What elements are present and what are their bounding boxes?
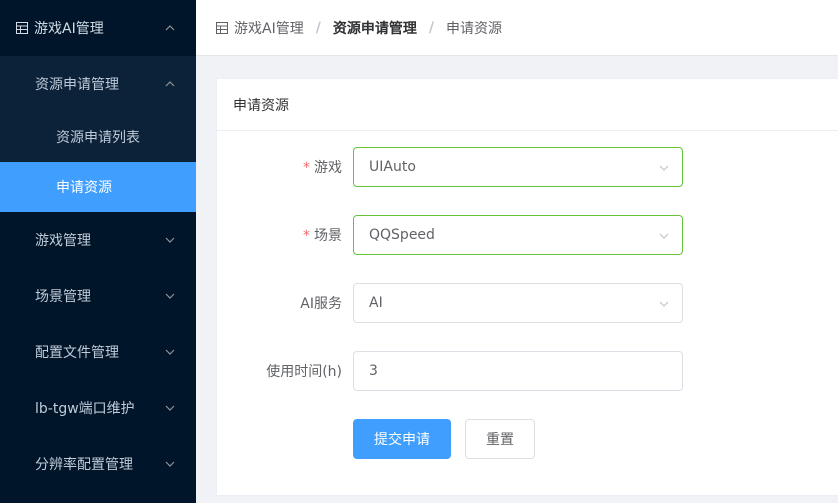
form-row-scene: * 场景 QQSpeed [217,215,838,255]
sidebar-item-label: 分辨率配置管理 [35,457,133,473]
sidebar-item-label: 申请资源 [56,180,112,196]
chevron-down-icon [164,290,176,302]
scene-label: * 场景 [303,225,342,245]
form-row-game: * 游戏 UIAuto [217,147,838,187]
chevron-down-icon [658,162,670,174]
duration-input[interactable] [369,363,682,379]
ai-service-select[interactable]: AI [353,283,683,323]
chevron-down-icon [164,402,176,414]
form-row-duration: 使用时间(h) [217,351,838,391]
ai-service-label: AI服务 [300,296,342,312]
scene-label-text: 场景 [314,228,342,244]
sidebar-item-game-management[interactable]: 游戏管理 [0,212,196,268]
ai-service-select-value: AI [369,295,383,311]
scene-select[interactable]: QQSpeed [353,215,683,255]
sidebar-item-label: 游戏AI管理 [34,21,104,37]
sidebar-item-label: lb-tgw端口维护 [35,401,135,417]
chevron-down-icon [658,298,670,310]
sidebar-item-label: 资源申请管理 [35,77,119,93]
table-icon [16,22,28,34]
chevron-down-icon [164,458,176,470]
breadcrumb-separator: / [315,19,321,36]
table-icon [216,21,228,34]
sidebar-item-lb-tgw-port[interactable]: lb-tgw端口维护 [0,380,196,436]
chevron-down-icon [164,346,176,358]
chevron-up-icon [164,78,176,90]
sidebar-item-resolution-config[interactable]: 分辨率配置管理 [0,436,196,492]
required-mark: * [303,160,310,176]
reset-button[interactable]: 重置 [465,419,535,459]
sidebar-item-apply-resource[interactable]: 申请资源 [0,162,196,212]
sidebar-item-resource-list[interactable]: 资源申请列表 [0,112,196,162]
form-actions: 提交申请 重置 [217,419,838,459]
chevron-down-icon [164,234,176,246]
breadcrumb-separator: / [428,19,434,36]
duration-label: 使用时间(h) [266,364,342,380]
breadcrumb: 游戏AI管理 / 资源申请管理 / 申请资源 [216,18,502,38]
apply-resource-card: 申请资源 * 游戏 UIAuto * 场景 QQSpeed AI服务 AI 使用… [216,78,838,496]
game-label: * 游戏 [303,157,342,177]
game-label-text: 游戏 [314,160,342,176]
breadcrumb-item-game-ai[interactable]: 游戏AI管理 [234,18,304,38]
sidebar-item-label: 资源申请列表 [56,130,140,146]
sidebar-item-scene-management[interactable]: 场景管理 [0,268,196,324]
card-title: 申请资源 [217,79,838,131]
duration-field[interactable] [353,351,683,391]
chevron-up-icon [164,22,176,34]
sidebar-item-resource-request[interactable]: 资源申请管理 [0,56,196,112]
chevron-down-icon [658,230,670,242]
game-select-value: UIAuto [369,159,416,175]
scene-select-value: QQSpeed [369,227,435,243]
sidebar-item-config-file-management[interactable]: 配置文件管理 [0,324,196,380]
sidebar: 游戏AI管理 资源申请管理 资源申请列表 申请资源 游戏管理 场景管理 配置文件… [0,0,196,503]
required-mark: * [303,228,310,244]
sidebar-item-label: 配置文件管理 [35,345,119,361]
game-select[interactable]: UIAuto [353,147,683,187]
form-row-ai-service: AI服务 AI [217,283,838,323]
sidebar-item-game-ai[interactable]: 游戏AI管理 [0,0,196,56]
breadcrumb-item-resource-request[interactable]: 资源申请管理 [333,18,417,38]
sidebar-item-label: 游戏管理 [35,233,91,249]
submit-button[interactable]: 提交申请 [353,419,451,459]
top-header: 游戏AI管理 / 资源申请管理 / 申请资源 [196,0,838,56]
breadcrumb-item-current: 申请资源 [445,20,502,37]
sidebar-item-label: 场景管理 [35,289,91,305]
